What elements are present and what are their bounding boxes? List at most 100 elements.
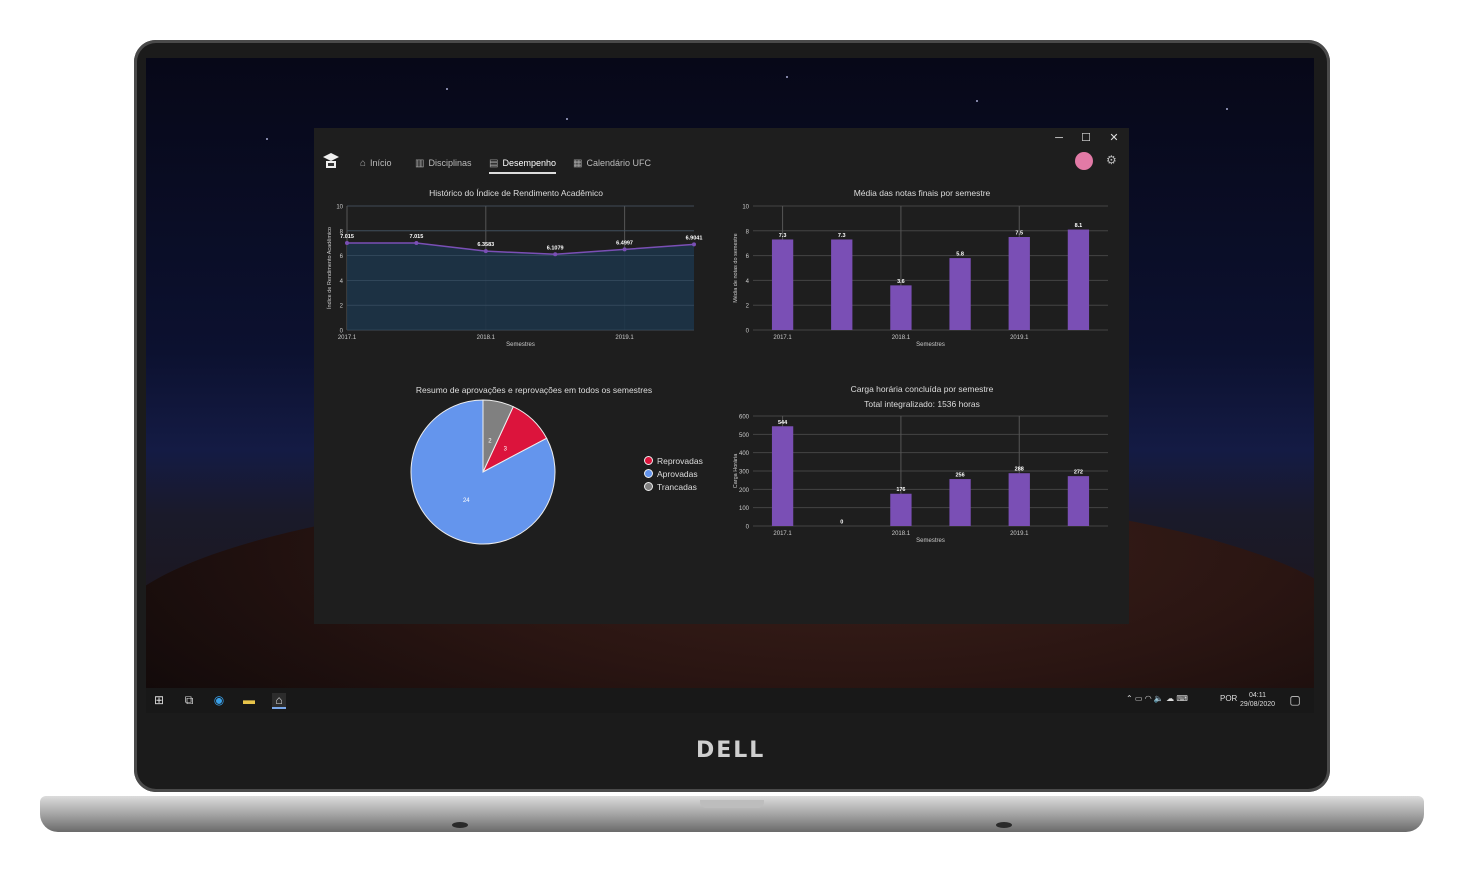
app-taskbar-icon[interactable]: ⌂ bbox=[272, 693, 286, 709]
tray-icons[interactable]: ⌃ ▭ ◠ 🔈 ☁ ⌨ bbox=[1126, 694, 1188, 703]
laptop-foot bbox=[996, 822, 1012, 828]
legend-item-trancadas[interactable]: Trancadas bbox=[644, 480, 703, 493]
y-tick-label: 4 bbox=[746, 279, 750, 285]
language-indicator[interactable]: POR bbox=[1220, 694, 1237, 703]
y-tick-label: 600 bbox=[739, 415, 750, 421]
ira-point bbox=[692, 242, 696, 247]
gear-icon[interactable]: ⚙ bbox=[1106, 153, 1117, 167]
clock-time: 04:11 bbox=[1249, 692, 1267, 699]
ira-point bbox=[414, 241, 419, 246]
nav-bar: ⌂ Início ▥ Disciplinas ▤ Desempenho ▦ Ca… bbox=[314, 148, 1129, 176]
ira-point bbox=[345, 241, 349, 246]
x-tick-label: 2017.1 bbox=[773, 531, 792, 537]
y-tick-label: 10 bbox=[742, 205, 749, 211]
aprovacoes-pie-chart: 3242 bbox=[410, 399, 556, 545]
ira-area bbox=[347, 243, 694, 330]
file-explorer-icon[interactable]: ▬ bbox=[242, 693, 256, 707]
chart-title-ira: Histórico do Índice de Rendimento Acadêm… bbox=[429, 188, 603, 198]
ira-data-label: 7.015 bbox=[340, 234, 354, 240]
bar bbox=[831, 239, 853, 330]
calendar-icon: ▦ bbox=[573, 157, 583, 169]
maximize-button[interactable]: ☐ bbox=[1075, 130, 1097, 146]
x-axis-label: Semestres bbox=[916, 342, 945, 348]
notifications-icon[interactable]: ▢ bbox=[1288, 693, 1302, 707]
ira-line-chart: 02468102017.1 2018.1 2019.1SemestresÍndice… bbox=[326, 205, 702, 349]
carga-bar-chart: 0 100 200 300 400 500 600 2017.1 2018.1 2019.1 Sem… bbox=[733, 415, 1108, 544]
legend-label: Aprovadas bbox=[657, 468, 698, 479]
chart-title-pie: Resumo de aprovações e reprovações em to… bbox=[415, 385, 653, 395]
y-axis-label: Carga Horária bbox=[733, 453, 739, 488]
legend-item-reprovadas[interactable]: Reprovadas bbox=[644, 454, 703, 467]
tab-disciplinas[interactable]: ▥ Disciplinas bbox=[415, 154, 471, 172]
x-axis-label: Semestres bbox=[916, 538, 945, 544]
ira-data-label: 6.4997 bbox=[616, 240, 633, 246]
bar bbox=[949, 479, 971, 526]
bar bbox=[771, 426, 794, 526]
taskbar: ⊞ ⧉ ◉ ▬ ⌂ ⌃ ▭ ◠ 🔈 ☁ ⌨ POR 04:11 29/08/20… bbox=[146, 688, 1314, 713]
legend-label: Trancadas bbox=[657, 481, 697, 492]
y-tick-label: 0 bbox=[746, 329, 750, 335]
laptop-foot bbox=[452, 822, 468, 828]
bar-data-label: 176 bbox=[896, 487, 905, 493]
bar bbox=[1008, 237, 1030, 330]
legend-swatch bbox=[644, 456, 653, 465]
bar bbox=[890, 493, 912, 526]
app-window: ─ ☐ ✕ ⌂ Início ▥ Disciplinas ▤ Desempenh… bbox=[314, 128, 1129, 624]
bar bbox=[1067, 229, 1090, 330]
bar bbox=[771, 239, 794, 330]
chart-icon: ▤ bbox=[489, 157, 499, 169]
windows-start-icon[interactable]: ⊞ bbox=[152, 693, 166, 707]
y-tick-label: 200 bbox=[739, 488, 750, 494]
bar-data-label: 272 bbox=[1074, 470, 1083, 476]
y-tick-label: 6 bbox=[746, 254, 750, 260]
x-tick-label: 2019.1 bbox=[1010, 335, 1029, 341]
x-tick-label: 2019.1 bbox=[1010, 531, 1029, 537]
books-icon: ▥ bbox=[415, 157, 425, 169]
minimize-button[interactable]: ─ bbox=[1048, 130, 1070, 146]
legend-swatch bbox=[644, 482, 653, 491]
pie-slice-label: 24 bbox=[463, 498, 470, 504]
home-icon: ⌂ bbox=[360, 157, 367, 169]
y-tick-label: 0 bbox=[340, 329, 344, 335]
legend-label: Reprovadas bbox=[657, 455, 703, 466]
x-tick-label: 2019.1 bbox=[615, 335, 634, 341]
media-bar-chart: 0 2 4 6 8 10 2017.1 2018.1 2019.1 Semestres Média … bbox=[733, 205, 1108, 348]
y-axis-label: Índice de Rendimento Acadêmico bbox=[326, 227, 333, 309]
close-button[interactable]: ✕ bbox=[1103, 130, 1125, 146]
dell-logo: DELL bbox=[696, 738, 766, 763]
y-tick-label: 2 bbox=[340, 304, 344, 310]
legend-item-aprovadas[interactable]: Aprovadas bbox=[644, 467, 703, 480]
bar-data-label: 7.3 bbox=[838, 233, 846, 239]
x-tick-label: 2018.1 bbox=[892, 531, 911, 537]
y-tick-label: 300 bbox=[739, 470, 750, 476]
tab-label: Início bbox=[370, 158, 392, 168]
chart-subtitle-carga: Total integralizado: 1536 horas bbox=[864, 399, 980, 409]
tab-label: Desempenho bbox=[502, 158, 556, 168]
x-tick-label: 2018.1 bbox=[477, 335, 496, 341]
bar bbox=[890, 285, 912, 330]
task-view-icon[interactable]: ⧉ bbox=[182, 693, 196, 707]
title-bar: ─ ☐ ✕ bbox=[314, 128, 1129, 148]
bar-data-label: 544 bbox=[778, 420, 788, 426]
y-axis-label: Média de notas do semestre bbox=[733, 233, 739, 302]
laptop-notch bbox=[700, 800, 764, 808]
bar-data-label: 7.3 bbox=[779, 233, 787, 239]
ira-point bbox=[483, 249, 488, 254]
x-tick-label: 2017.1 bbox=[773, 335, 792, 341]
ira-data-label: 6.1079 bbox=[547, 245, 564, 251]
bar bbox=[1008, 473, 1030, 526]
edge-browser-icon[interactable]: ◉ bbox=[212, 693, 226, 707]
x-tick-label: 2018.1 bbox=[892, 335, 911, 341]
tab-inicio[interactable]: ⌂ Início bbox=[360, 154, 392, 172]
bar-data-label: 8.1 bbox=[1075, 223, 1083, 229]
tab-desempenho[interactable]: ▤ Desempenho bbox=[489, 154, 556, 174]
avatar[interactable] bbox=[1075, 152, 1093, 170]
y-tick-label: 400 bbox=[739, 451, 750, 457]
tab-calendario[interactable]: ▦ Calendário UFC bbox=[573, 154, 651, 172]
bar-data-label: 0 bbox=[840, 520, 843, 526]
taskbar-clock[interactable]: 04:11 29/08/2020 bbox=[1240, 691, 1275, 709]
bar-data-label: 256 bbox=[955, 473, 964, 479]
ira-data-label: 7.015 bbox=[410, 234, 424, 240]
bar-data-label: 5.8 bbox=[956, 252, 964, 258]
y-tick-label: 8 bbox=[746, 229, 750, 235]
